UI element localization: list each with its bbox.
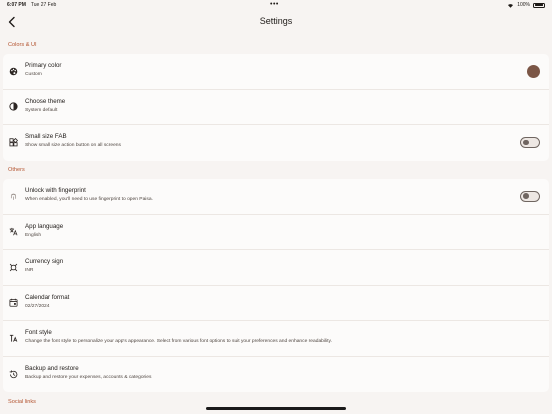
home-indicator[interactable] (206, 407, 346, 410)
status-bar: 6:07 PM Tue 27 Feb ••• 100% (0, 0, 552, 10)
setting-calendar-format[interactable]: Calendar format 02/27/2024 (3, 286, 549, 321)
setting-subtitle: Custom (25, 72, 42, 77)
setting-title: Primary color (25, 62, 62, 69)
setting-app-language[interactable]: App language English (3, 215, 549, 250)
setting-subtitle: English (25, 232, 42, 238)
setting-choose-theme[interactable]: Choose theme System default (3, 90, 549, 125)
setting-title: Small size FAB (25, 133, 67, 140)
setting-backup-restore[interactable]: Backup and restore Backup and restore yo… (3, 357, 549, 393)
setting-subtitle: Show small size action button on all scr… (25, 143, 121, 148)
setting-subtitle: INR (25, 268, 34, 273)
multitasking-dots-icon[interactable]: ••• (270, 1, 279, 8)
toggle-knob (523, 193, 529, 199)
setting-title: Currency sign (25, 258, 64, 265)
palette-icon (8, 66, 18, 76)
section-label-others: Others (8, 167, 25, 173)
translate-icon (8, 227, 18, 237)
others-card: Unlock with fingerprint When enabled, yo… (3, 179, 549, 392)
fingerprint-toggle[interactable] (520, 190, 540, 202)
small-fab-toggle[interactable] (520, 137, 540, 149)
toggle-knob (523, 139, 529, 146)
setting-title: Choose theme (25, 97, 66, 105)
setting-title: Font style (25, 329, 52, 336)
setting-small-fab[interactable]: Small size FAB Show small size action bu… (3, 125, 549, 161)
font-style-icon (8, 333, 18, 343)
colors-card: Primary color Custom Choose theme System… (3, 54, 549, 161)
setting-subtitle: Backup and restore your expenses, accoun… (25, 374, 152, 380)
currency-icon (8, 262, 18, 272)
status-date: Tue 27 Feb (30, 2, 57, 8)
restore-icon (8, 369, 18, 379)
page-title: Settings (259, 16, 293, 26)
settings-list: Colors & UI Primary color Custom Choose … (3, 37, 549, 411)
setting-subtitle: When enabled, you'll need to use fingerp… (25, 197, 153, 202)
setting-primary-color[interactable]: Primary color Custom (3, 54, 549, 90)
theme-contrast-icon (8, 102, 18, 112)
battery-percentage: 100% (517, 2, 530, 8)
setting-title: Calendar format (25, 293, 70, 301)
calendar-icon (8, 298, 18, 308)
setting-subtitle: 02/27/2024 (25, 303, 50, 309)
battery-icon (533, 2, 545, 8)
setting-subtitle: System default (25, 107, 58, 113)
setting-title: App language (25, 222, 64, 230)
wifi-icon (508, 3, 514, 8)
fingerprint-icon (8, 191, 18, 201)
setting-currency-sign[interactable]: Currency sign INR (3, 250, 549, 286)
color-swatch[interactable] (527, 64, 540, 78)
setting-fingerprint[interactable]: Unlock with fingerprint When enabled, yo… (3, 179, 549, 215)
app-bar: Settings (0, 12, 552, 32)
section-label-colors: Colors & UI (8, 42, 37, 48)
widgets-icon (8, 138, 18, 148)
setting-font-style[interactable]: Font style Change the font style to pers… (3, 321, 549, 357)
status-time: 6:07 PM (7, 2, 26, 8)
setting-title: Backup and restore (25, 364, 79, 372)
setting-title: Unlock with fingerprint (25, 187, 86, 194)
setting-subtitle: Change the font style to personalize you… (25, 339, 332, 344)
